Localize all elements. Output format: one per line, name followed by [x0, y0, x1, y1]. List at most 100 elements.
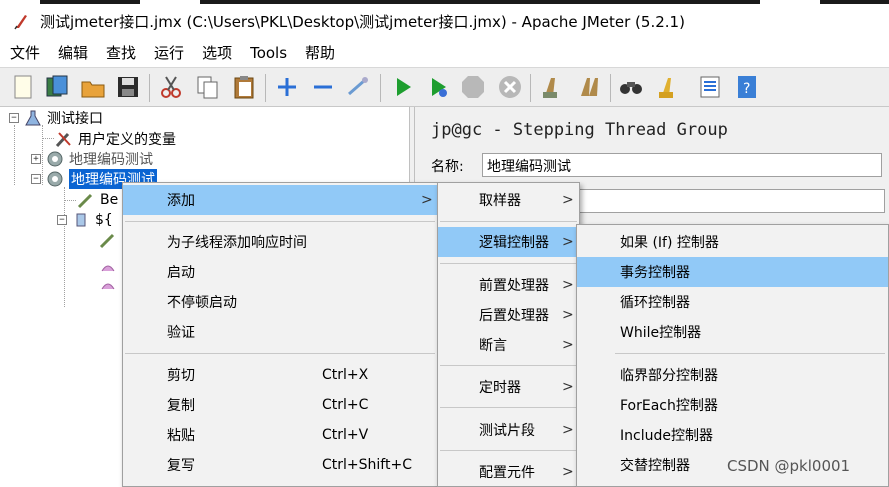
- tree-node-user-vars[interactable]: 用户定义的变量: [50, 129, 176, 149]
- clear-icon[interactable]: [539, 74, 565, 100]
- menu-tools[interactable]: Tools: [250, 44, 287, 62]
- menu-item-add[interactable]: 添加 >: [123, 185, 437, 215]
- menu-run[interactable]: 运行: [154, 42, 184, 63]
- copy-icon[interactable]: [195, 74, 221, 100]
- expand-toggle-icon[interactable]: +: [31, 154, 41, 164]
- reset-search-icon[interactable]: [654, 74, 680, 100]
- submenu-arrow-icon: >: [562, 192, 574, 208]
- toggle-icon[interactable]: [345, 74, 371, 100]
- menu-item-include-controller[interactable]: Include控制器: [577, 420, 888, 450]
- submenu-arrow-icon: >: [562, 379, 574, 395]
- tree-node-label: 用户定义的变量: [78, 132, 176, 148]
- controller-icon: [76, 213, 86, 227]
- open-icon[interactable]: [80, 74, 106, 100]
- pipette-icon: [77, 193, 93, 209]
- expand-icon[interactable]: [274, 74, 300, 100]
- function-helper-icon[interactable]: [697, 74, 723, 100]
- menu-edit[interactable]: 编辑: [58, 42, 88, 63]
- paste-icon[interactable]: [231, 74, 257, 100]
- menu-separator: [125, 221, 435, 222]
- menu-separator: [440, 407, 577, 408]
- shutdown-icon[interactable]: [497, 74, 523, 100]
- start-icon[interactable]: [390, 74, 416, 100]
- help-icon[interactable]: ?: [734, 74, 760, 100]
- menu-file[interactable]: 文件: [10, 42, 40, 63]
- menu-item-paste[interactable]: 粘贴 Ctrl+V: [123, 420, 437, 450]
- menu-item-timer[interactable]: 定时器 >: [438, 372, 579, 402]
- flask-icon: [25, 110, 41, 126]
- submenu-arrow-icon: >: [421, 192, 433, 208]
- menu-item-duplicate[interactable]: 复写 Ctrl+Shift+C: [123, 450, 437, 480]
- menu-help[interactable]: 帮助: [305, 42, 335, 63]
- tree-node-sampler[interactable]: Be: [76, 190, 118, 210]
- menu-item-assertion[interactable]: 断言 >: [438, 330, 579, 360]
- menu-item-start[interactable]: 启动: [123, 257, 437, 287]
- menu-item-foreach-controller[interactable]: ForEach控制器: [577, 390, 888, 420]
- templates-icon[interactable]: [44, 74, 70, 100]
- menu-item-while-controller[interactable]: While控制器: [577, 317, 888, 347]
- collapse-toggle-icon[interactable]: −: [31, 174, 41, 184]
- tree-node-controller[interactable]: − ${: [57, 210, 113, 230]
- toolbar-separator: [610, 74, 611, 102]
- menu-search[interactable]: 查找: [106, 42, 136, 63]
- name-field[interactable]: 地理编码测试: [482, 153, 882, 177]
- shortcut-label: Ctrl+C: [322, 397, 369, 413]
- menu-item-transaction-controller[interactable]: 事务控制器: [577, 257, 888, 287]
- svg-text:?: ?: [743, 81, 750, 97]
- menu-options[interactable]: 选项: [202, 42, 232, 63]
- tree-node-label: ${: [95, 212, 113, 228]
- watermark: CSDN @pkl0001: [727, 457, 851, 475]
- collapse-icon[interactable]: [310, 74, 336, 100]
- menu-bar: 文件 编辑 查找 运行 选项 Tools 帮助: [0, 38, 889, 67]
- menu-separator: [440, 263, 577, 264]
- start-no-pause-icon[interactable]: [425, 74, 451, 100]
- submenu-arrow-icon: >: [562, 234, 574, 250]
- logic-controller-submenu: 如果 (If) 控制器 事务控制器 循环控制器 While控制器 临界部分控制器…: [576, 224, 889, 487]
- panel-title: jp@gc - Stepping Thread Group: [431, 120, 728, 140]
- menu-separator: [440, 365, 577, 366]
- toolbar-separator: [380, 74, 381, 102]
- menu-item-add-response-time[interactable]: 为子线程添加响应时间: [123, 227, 437, 257]
- menu-item-logic-controller[interactable]: 逻辑控制器 >: [438, 227, 579, 257]
- collapse-toggle-icon[interactable]: −: [57, 215, 67, 225]
- menu-separator: [440, 221, 577, 222]
- collapse-toggle-icon[interactable]: −: [9, 113, 19, 123]
- shortcut-label: Ctrl+V: [322, 427, 369, 443]
- menu-item-loop-controller[interactable]: 循环控制器: [577, 287, 888, 317]
- menu-item-config-element[interactable]: 配置元件 >: [438, 457, 579, 487]
- gear-icon: [47, 171, 63, 187]
- clear-all-icon[interactable]: [577, 74, 603, 100]
- menu-separator: [440, 450, 577, 451]
- menu-item-copy[interactable]: 复制 Ctrl+C: [123, 390, 437, 420]
- menu-item-if-controller[interactable]: 如果 (If) 控制器: [577, 227, 888, 257]
- menu-separator: [615, 353, 885, 354]
- menu-item-pre-processor[interactable]: 前置处理器 >: [438, 270, 579, 300]
- wrench-icon: [55, 132, 71, 148]
- menu-item-cut[interactable]: 剪切 Ctrl+X: [123, 360, 437, 390]
- menu-separator: [125, 353, 435, 354]
- submenu-arrow-icon: >: [562, 277, 574, 293]
- search-icon[interactable]: [618, 74, 644, 100]
- toolbar-separator: [149, 74, 150, 102]
- menu-item-start-no-pause[interactable]: 不停顿启动: [123, 287, 437, 317]
- toolbar-separator: [265, 74, 266, 102]
- save-icon[interactable]: [115, 74, 141, 100]
- cut-icon[interactable]: [158, 74, 184, 100]
- stop-icon[interactable]: [460, 74, 486, 100]
- new-icon[interactable]: [10, 74, 36, 100]
- tree-node-thread-group-1[interactable]: + 地理编码测试: [31, 149, 153, 169]
- shortcut-label: Ctrl+X: [322, 367, 369, 383]
- tree-node-label: Be: [100, 192, 119, 208]
- submenu-arrow-icon: >: [562, 464, 574, 480]
- tree-node-label: 地理编码测试: [69, 152, 153, 168]
- tree-node-root[interactable]: − 测试接口: [9, 108, 103, 128]
- menu-item-post-processor[interactable]: 后置处理器 >: [438, 300, 579, 330]
- add-submenu: 取样器 > 逻辑控制器 > 前置处理器 > 后置处理器 > 断言 > 定时器 >…: [437, 182, 580, 487]
- menu-item-test-fragment[interactable]: 测试片段 >: [438, 415, 579, 445]
- comments-field[interactable]: [575, 189, 885, 213]
- menu-item-critical-section-controller[interactable]: 临界部分控制器: [577, 360, 888, 390]
- menu-item-validate[interactable]: 验证: [123, 317, 437, 347]
- menu-item-sampler[interactable]: 取样器 >: [438, 185, 579, 215]
- window-title: 测试jmeter接口.jmx (C:\Users\PKL\Desktop\测试j…: [40, 12, 685, 31]
- child-element-icons: [99, 233, 115, 290]
